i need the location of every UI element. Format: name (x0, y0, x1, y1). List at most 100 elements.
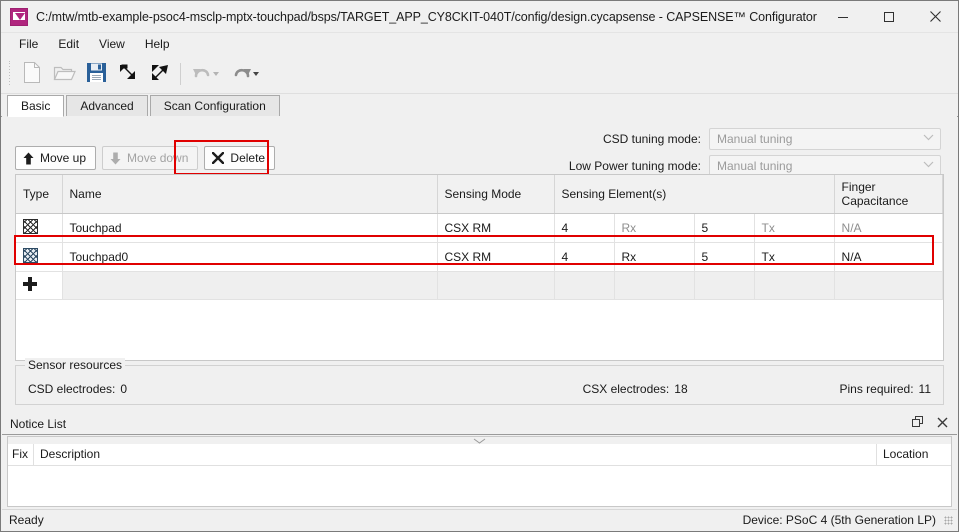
column-header-sensing-elements[interactable]: Sensing Element(s) (554, 175, 835, 214)
row-finger-capacitance-cell: N/A (834, 213, 943, 243)
window-resize-grip[interactable] (942, 514, 954, 526)
add-row-rx-label-cell (614, 271, 695, 300)
row-name-cell[interactable]: Touchpad (62, 213, 438, 243)
move-up-button[interactable]: Move up (15, 146, 97, 170)
notice-list-columns: Fix Description Location (8, 444, 951, 466)
sensor-resources-body: CSD electrodes: 0 CSX electrodes: 18 Pins … (16, 382, 943, 396)
row-finger-capacitance-cell: N/A (834, 242, 943, 272)
column-header-name[interactable]: Name (62, 175, 438, 214)
csd-electrodes-value: 0 (120, 382, 128, 396)
csd-electrodes-item: CSD electrodes: 0 (28, 382, 431, 396)
close-button[interactable] (912, 1, 958, 32)
add-widget-row[interactable] (16, 271, 943, 300)
delete-label: Delete (230, 151, 266, 165)
widget-table: Type Name Sensing Mode Sensing Element(s… (15, 174, 944, 361)
row-sensing-mode-cell[interactable]: CSX RM (437, 242, 555, 272)
open-file-button[interactable] (48, 59, 80, 89)
capsense-configurator-window: C:/mtw/mtb-example-psoc4-msclp-mptx-touc… (0, 0, 959, 532)
maximize-button[interactable] (866, 1, 912, 32)
move-up-label: Move up (40, 151, 87, 165)
toolbar (1, 55, 958, 94)
minimize-button[interactable] (820, 1, 866, 32)
title-bar: C:/mtw/mtb-example-psoc4-msclp-mptx-touc… (1, 1, 958, 33)
arrow-down-icon (110, 152, 121, 165)
menu-help[interactable]: Help (135, 35, 180, 53)
save-button[interactable] (80, 59, 112, 89)
pins-required-item: Pins required: 11 (839, 382, 931, 396)
widget-action-buttons: Move up Move down Delete (15, 146, 281, 170)
low-power-tuning-value: Manual tuning (717, 159, 793, 173)
csd-tuning-value: Manual tuning (717, 132, 793, 146)
column-header-sensing-mode[interactable]: Sensing Mode (437, 175, 555, 214)
row-tx-label-cell: Tx (754, 242, 835, 272)
redo-dropdown-arrow[interactable] (252, 72, 259, 76)
move-down-button[interactable]: Move down (102, 146, 199, 170)
menu-view[interactable]: View (89, 35, 135, 53)
csd-tuning-row: CSD tuning mode: Manual tuning (551, 128, 941, 150)
tab-advanced[interactable]: Advanced (66, 95, 148, 116)
add-row-tx-count-cell (694, 271, 755, 300)
redo-icon (232, 64, 252, 85)
row-tx-label-cell: Tx (754, 213, 835, 243)
table-header-row: Type Name Sensing Mode Sensing Element(s… (16, 175, 943, 214)
row-tx-count-cell[interactable]: 5 (694, 242, 755, 272)
row-rx-count-cell[interactable]: 4 (554, 213, 615, 243)
window-controls (820, 1, 958, 32)
device-label: Device: PSoC 4 (5th Generation LP) (742, 513, 936, 527)
export-button[interactable] (144, 59, 176, 89)
undo-icon (192, 64, 212, 85)
add-row-sensing-mode-cell (437, 271, 555, 300)
column-header-fix[interactable]: Fix (8, 444, 34, 465)
low-power-tuning-label: Low Power tuning mode: (568, 159, 701, 173)
tab-basic[interactable]: Basic (7, 95, 65, 117)
menu-bar: File Edit View Help (1, 33, 958, 55)
add-row-tx-label-cell (754, 271, 835, 300)
row-tx-count-cell[interactable]: 5 (694, 213, 755, 243)
float-window-icon (912, 416, 924, 431)
close-notice-list-button[interactable] (933, 415, 951, 433)
row-type-cell[interactable] (16, 242, 63, 272)
touchpad-icon (23, 248, 38, 263)
row-type-cell[interactable] (16, 213, 63, 243)
add-row-name-cell (62, 271, 438, 300)
csd-tuning-dropdown[interactable]: Manual tuning (709, 128, 941, 150)
pins-required-value: 11 (918, 382, 931, 396)
new-file-button[interactable] (16, 59, 48, 89)
column-header-description[interactable]: Description (34, 444, 877, 465)
float-panel-button[interactable] (909, 415, 927, 433)
pins-required-label: Pins required: (839, 382, 914, 396)
row-sensing-mode-cell[interactable]: CSX RM (437, 213, 555, 243)
column-header-type[interactable]: Type (16, 175, 63, 214)
table-row[interactable]: Touchpad CSX RM 4 Rx 5 Tx N/A (16, 213, 943, 243)
undo-dropdown-arrow[interactable] (212, 72, 219, 76)
window-title: C:/mtw/mtb-example-psoc4-msclp-mptx-touc… (36, 9, 820, 24)
tab-scan-configuration[interactable]: Scan Configuration (149, 95, 280, 116)
widget-toolbar-row: Move up Move down Delete CSD tuning mode… (2, 116, 957, 177)
app-logo-icon (10, 7, 28, 26)
column-header-finger-capacitance[interactable]: Finger Capacitance (834, 175, 943, 214)
column-header-location[interactable]: Location (877, 444, 951, 465)
delete-button[interactable]: Delete (204, 146, 276, 170)
panel-splitter-handle[interactable] (8, 437, 951, 444)
toolbar-separator (180, 63, 181, 85)
tab-bar: Basic Advanced Scan Configuration (1, 94, 958, 117)
import-button[interactable] (112, 59, 144, 89)
notice-list-body: Fix Description Location (7, 436, 952, 507)
row-name-cell[interactable]: Touchpad0 (62, 242, 438, 272)
close-icon (937, 417, 948, 431)
add-row-rx-count-cell (554, 271, 615, 300)
menu-edit[interactable]: Edit (48, 35, 89, 53)
basic-tab-panel: Move up Move down Delete CSD tuning mode… (2, 116, 957, 413)
notice-list-header: Notice List (2, 413, 957, 435)
add-row-finger-capacitance-cell (834, 271, 943, 300)
toolbar-drag-handle[interactable] (6, 61, 13, 87)
undo-button[interactable] (185, 59, 225, 89)
notice-list-title: Notice List (10, 416, 67, 431)
menu-file[interactable]: File (9, 35, 48, 53)
redo-button[interactable] (225, 59, 265, 89)
csd-electrodes-label: CSD electrodes: (28, 382, 116, 396)
add-widget-cell[interactable] (16, 271, 63, 300)
cross-icon (212, 152, 225, 164)
table-row[interactable]: Touchpad0 CSX RM 4 Rx 5 Tx N/A (16, 242, 943, 272)
row-rx-count-cell[interactable]: 4 (554, 242, 615, 272)
